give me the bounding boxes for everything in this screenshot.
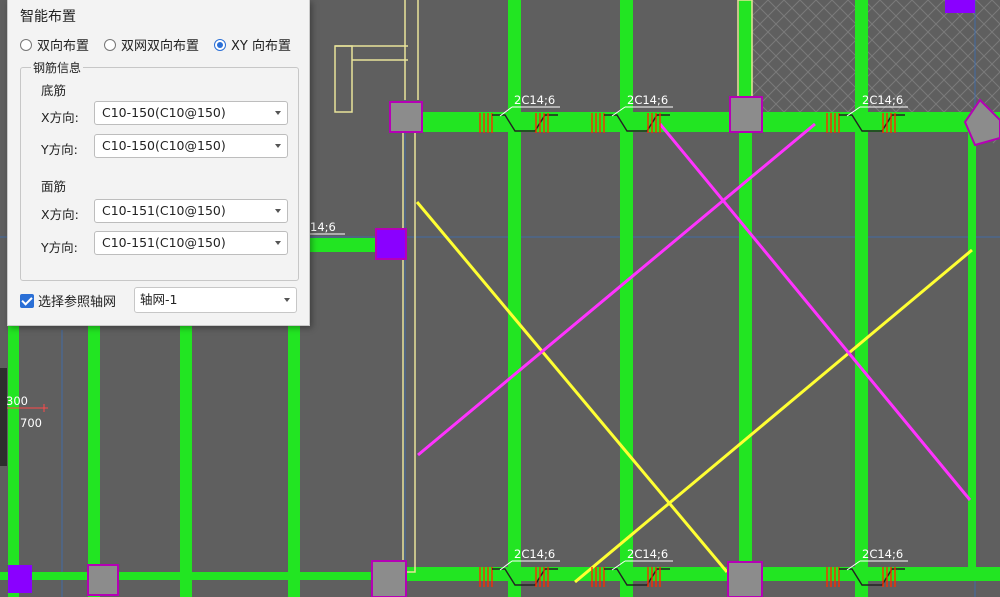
ref-grid-select[interactable]: 轴网-1 — [134, 287, 297, 313]
radio-bidirectional[interactable]: 双向布置 — [20, 35, 89, 54]
bottom-y-label: Y方向: — [41, 142, 78, 157]
beam-label-6: 2C14;6 — [862, 547, 903, 561]
rebar-info-legend: 钢筋信息 — [31, 59, 84, 76]
chevron-down-icon — [284, 298, 290, 302]
bottom-x-label: X方向: — [41, 110, 79, 125]
beam-label-4: 2C14;6 — [514, 547, 555, 561]
smart-layout-panel: 智能布置 双向布置 双网双向布置 XY 向布置 钢筋信息 底筋 X方向: C10… — [7, 0, 310, 326]
top-x-value: C10-151(C10@150) — [102, 203, 226, 218]
top-x-label: X方向: — [41, 207, 79, 222]
beam-label-2: 2C14;6 — [627, 93, 668, 107]
checkbox-checked-icon — [20, 293, 34, 308]
chevron-down-icon — [275, 144, 281, 148]
ref-grid-checkbox[interactable]: 选择参照轴网 — [20, 291, 116, 310]
chevron-down-icon — [275, 241, 281, 245]
ref-grid-value: 轴网-1 — [140, 292, 178, 307]
rebar-info-group: 钢筋信息 底筋 X方向: C10-150(C10@150) Y方向: C10-1… — [20, 59, 299, 281]
beam-label-1: 2C14;6 — [514, 93, 555, 107]
bottom-y-value: C10-150(C10@150) — [102, 138, 226, 153]
top-rebar-heading: 面筋 — [41, 179, 67, 194]
radio-dot-icon — [104, 38, 117, 51]
top-x-select[interactable]: C10-151(C10@150) — [94, 199, 288, 223]
dimension-700: 700 — [20, 416, 42, 430]
top-y-select[interactable]: C10-151(C10@150) — [94, 231, 288, 255]
radio-dot-selected-icon — [214, 38, 227, 51]
layout-mode-radio-group: 双向布置 双网双向布置 XY 向布置 — [20, 35, 306, 54]
bottom-x-value: C10-150(C10@150) — [102, 105, 226, 120]
bottom-y-select[interactable]: C10-150(C10@150) — [94, 134, 288, 158]
radio-double-mesh-bidirectional[interactable]: 双网双向布置 — [104, 35, 199, 54]
radio-label: XY 向布置 — [231, 39, 292, 54]
bottom-x-select[interactable]: C10-150(C10@150) — [94, 101, 288, 125]
radio-label: 双向布置 — [37, 39, 90, 54]
beam-label-5: 2C14;6 — [627, 547, 668, 561]
radio-dot-icon — [20, 38, 32, 51]
dimension-300: 300 — [6, 394, 28, 408]
panel-title: 智能布置 — [20, 9, 76, 25]
bottom-rebar-heading: 底筋 — [41, 83, 67, 98]
beam-label-partial: 14;6 — [310, 220, 336, 234]
ref-grid-checkbox-label: 选择参照轴网 — [38, 295, 117, 310]
top-y-label: Y方向: — [41, 240, 78, 255]
chevron-down-icon — [275, 209, 281, 213]
chevron-down-icon — [275, 111, 281, 115]
top-y-value: C10-151(C10@150) — [102, 235, 226, 250]
radio-label: 双网双向布置 — [121, 39, 200, 54]
radio-xy-direction[interactable]: XY 向布置 — [214, 35, 291, 54]
beam-label-3: 2C14;6 — [862, 93, 903, 107]
left-side-tab[interactable] — [0, 368, 7, 466]
